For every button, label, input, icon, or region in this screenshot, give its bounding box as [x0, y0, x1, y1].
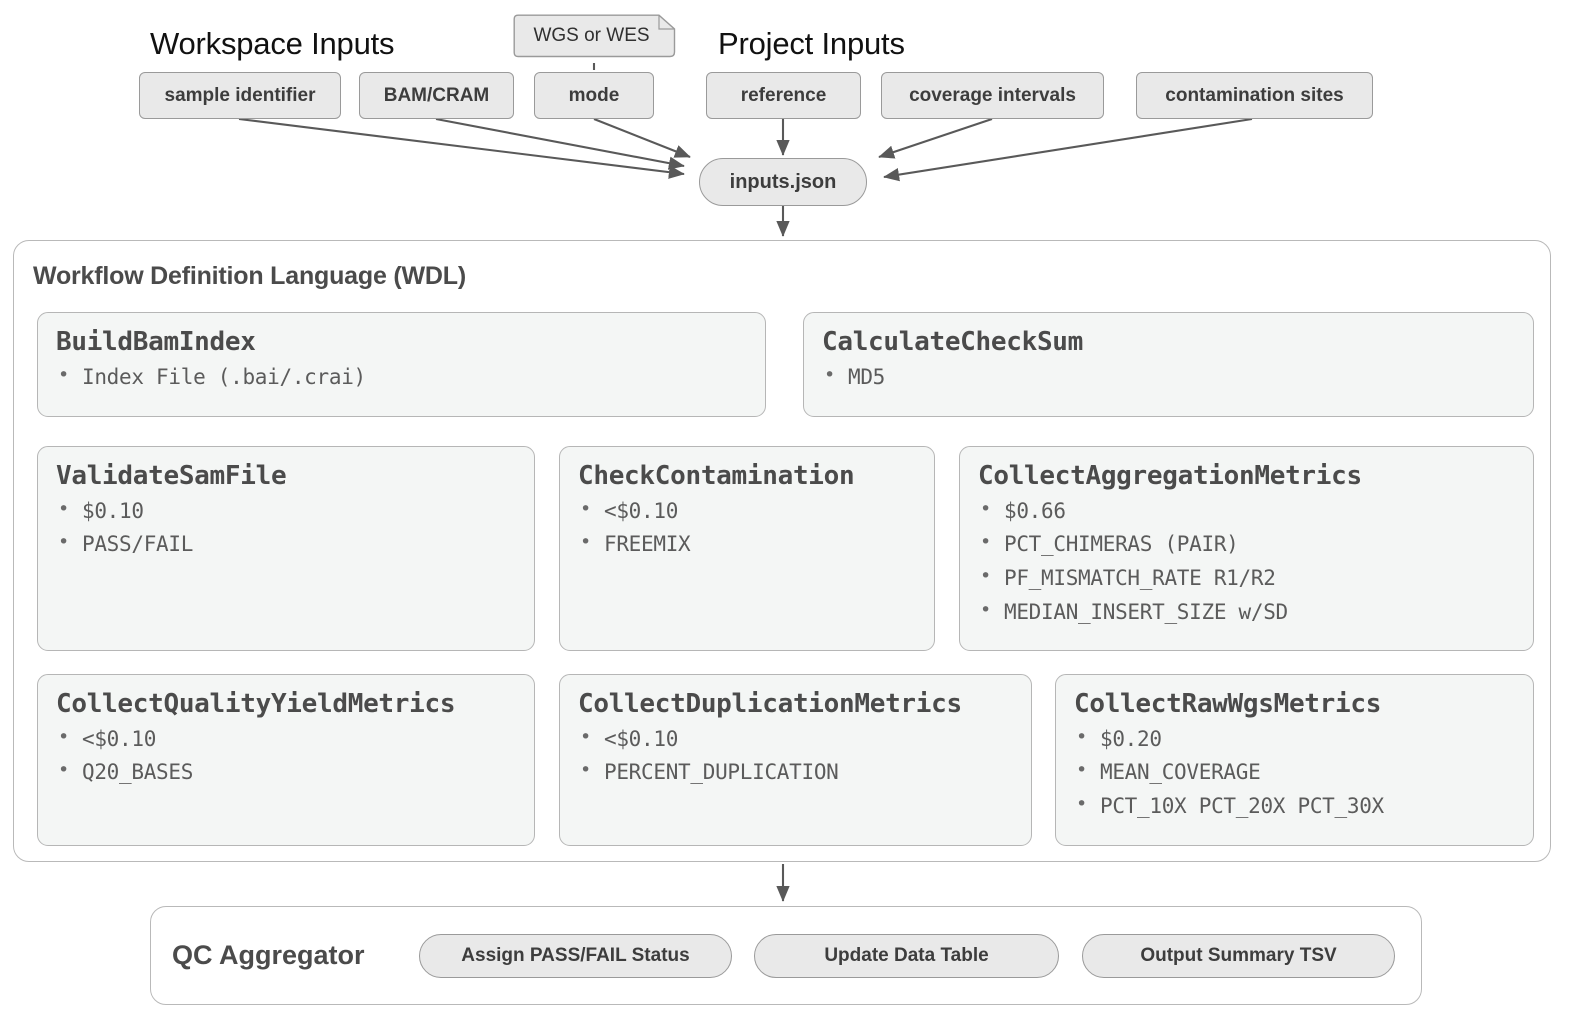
task-name: CollectRawWgsMetrics: [1074, 689, 1382, 719]
task-card-collectduplicationmetrics[interactable]: CollectDuplicationMetrics <$0.10 PERCENT…: [559, 674, 1032, 846]
task-item: MD5: [822, 360, 1533, 395]
task-card-collectrawwgsmetrics[interactable]: CollectRawWgsMetrics $0.20 MEAN_COVERAGE…: [1055, 674, 1534, 846]
task-item: PF_MISMATCH_RATE R1/R2: [978, 561, 1533, 596]
edge-mode: [593, 118, 691, 158]
task-name: CalculateCheckSum: [822, 327, 1084, 357]
task-item: Q20_BASES: [56, 755, 534, 790]
task-item-list: $0.66 PCT_CHIMERAS (PAIR) PF_MISMATCH_RA…: [978, 494, 1533, 630]
task-item: FREEMIX: [578, 527, 934, 562]
input-box-label: reference: [740, 84, 827, 106]
task-item: PERCENT_DUPLICATION: [578, 755, 1031, 790]
input-box-label: contamination sites: [1165, 84, 1344, 106]
task-item: <$0.10: [578, 494, 934, 529]
project-inputs-caption: Project Inputs: [718, 26, 905, 61]
task-name: BuildBamIndex: [56, 327, 256, 357]
task-name: CollectAggregationMetrics: [978, 461, 1362, 491]
task-item: MEAN_COVERAGE: [1074, 755, 1533, 790]
task-item: MEDIAN_INSERT_SIZE w/SD: [978, 595, 1533, 630]
qc-button-label: Assign PASS/FAIL Status: [461, 945, 690, 966]
input-box-coverage-intervals[interactable]: coverage intervals: [881, 72, 1104, 119]
task-item-list: <$0.10 FREEMIX: [578, 494, 934, 562]
task-item: $0.10: [56, 494, 534, 529]
input-box-bam-cram[interactable]: BAM/CRAM: [359, 72, 514, 119]
task-item: PCT_CHIMERAS (PAIR): [978, 527, 1533, 562]
input-box-label: sample identifier: [164, 84, 316, 106]
input-box-label: mode: [568, 84, 620, 106]
task-name: CollectDuplicationMetrics: [578, 689, 962, 719]
edge-contamination-sites: [883, 117, 1253, 182]
input-box-contamination-sites[interactable]: contamination sites: [1136, 72, 1373, 119]
task-item: Index File (.bai/.crai): [56, 360, 765, 395]
task-item-list: MD5: [822, 360, 1533, 395]
task-item-list: $0.10 PASS/FAIL: [56, 494, 534, 562]
workspace-inputs-caption: Workspace Inputs: [150, 26, 395, 61]
task-item: PASS/FAIL: [56, 527, 534, 562]
wdl-title: Workflow Definition Language (WDL): [33, 262, 466, 290]
task-item: <$0.10: [578, 722, 1031, 757]
task-card-calculatechecksum[interactable]: CalculateCheckSum MD5: [803, 312, 1534, 417]
inputs-json-node[interactable]: inputs.json: [699, 158, 867, 206]
task-item-list: <$0.10 PERCENT_DUPLICATION: [578, 722, 1031, 790]
task-name: CollectQualityYieldMetrics: [56, 689, 456, 719]
input-box-sample-identifier[interactable]: sample identifier: [139, 72, 341, 119]
task-name: ValidateSamFile: [56, 461, 287, 491]
input-box-label: BAM/CRAM: [383, 84, 490, 106]
input-box-mode[interactable]: mode: [534, 72, 654, 119]
task-item-list: $0.20 MEAN_COVERAGE PCT_10X PCT_20X PCT_…: [1074, 722, 1533, 824]
qc-button-assign-pass-fail-status[interactable]: Assign PASS/FAIL Status: [419, 934, 732, 978]
mode-note: WGS or WES: [513, 14, 676, 58]
task-card-validatesamfile[interactable]: ValidateSamFile $0.10 PASS/FAIL: [37, 446, 535, 651]
task-item: $0.20: [1074, 722, 1533, 757]
task-card-collectqualityyieldmetrics[interactable]: CollectQualityYieldMetrics <$0.10 Q20_BA…: [37, 674, 535, 846]
task-card-checkcontamination[interactable]: CheckContamination <$0.10 FREEMIX: [559, 446, 935, 651]
edge-coverage-intervals: [878, 118, 993, 159]
edge-sample-identifier: [238, 117, 685, 179]
inputs-json-label: inputs.json: [729, 170, 837, 193]
qc-button-label: Output Summary TSV: [1140, 945, 1337, 966]
qc-button-label: Update Data Table: [824, 945, 989, 966]
task-item-list: <$0.10 Q20_BASES: [56, 722, 534, 790]
task-item-list: Index File (.bai/.crai): [56, 360, 765, 395]
qc-aggregator-title: QC Aggregator: [172, 940, 365, 970]
mode-note-label: WGS or WES: [533, 25, 650, 46]
diagram-canvas: Workspace Inputs Project Inputs WGS or W…: [0, 0, 1577, 1022]
task-item: <$0.10: [56, 722, 534, 757]
edge-bam-cram: [435, 117, 685, 170]
task-item: $0.66: [978, 494, 1533, 529]
qc-button-output-summary-tsv[interactable]: Output Summary TSV: [1082, 934, 1395, 978]
input-box-label: coverage intervals: [909, 84, 1076, 106]
task-card-collectaggregationmetrics[interactable]: CollectAggregationMetrics $0.66 PCT_CHIM…: [959, 446, 1534, 651]
task-item: PCT_10X PCT_20X PCT_30X: [1074, 789, 1533, 824]
input-box-reference[interactable]: reference: [706, 72, 861, 119]
task-name: CheckContamination: [578, 461, 855, 491]
qc-button-update-data-table[interactable]: Update Data Table: [754, 934, 1059, 978]
task-card-buildbamindex[interactable]: BuildBamIndex Index File (.bai/.crai): [37, 312, 766, 417]
